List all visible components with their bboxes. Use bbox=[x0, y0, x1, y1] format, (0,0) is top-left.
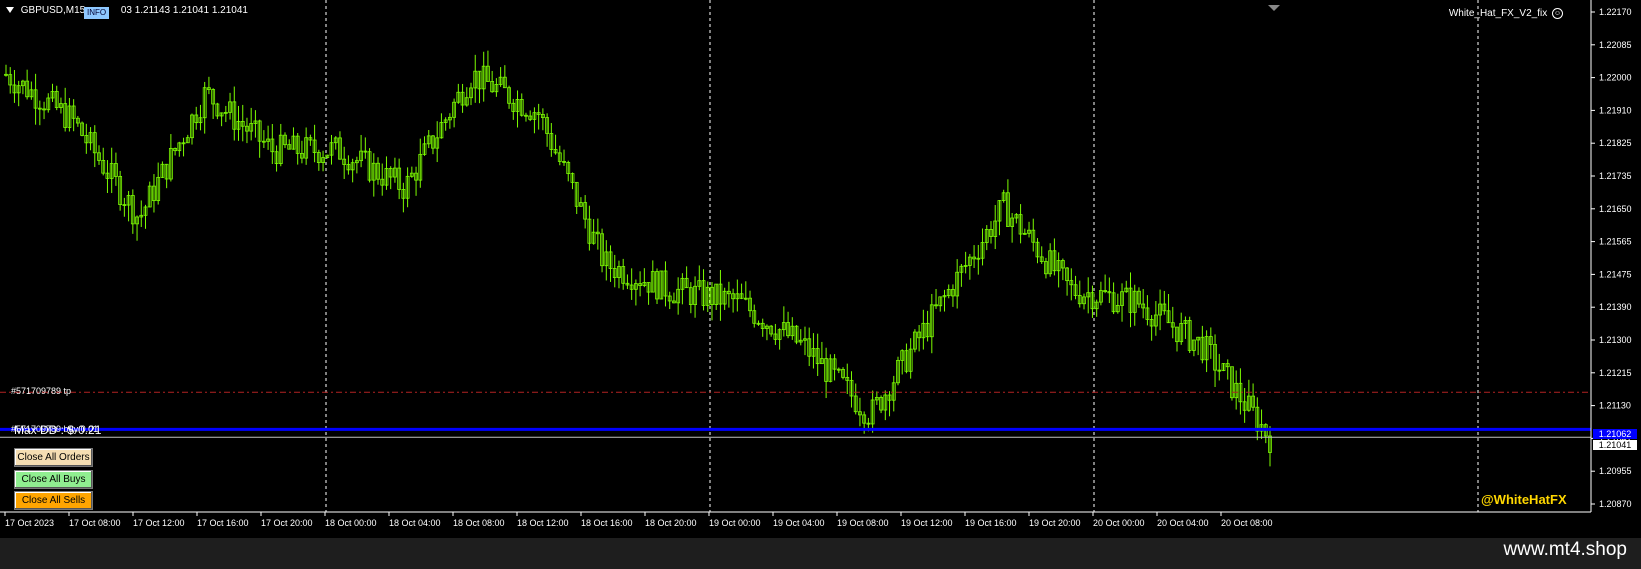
level-lines bbox=[0, 391, 1591, 438]
price-tick-label: 1.21130 bbox=[1599, 401, 1631, 411]
close-all-sells-button[interactable]: Close All Sells bbox=[14, 491, 93, 510]
symbol-timeframe: GBPUSD,M15 bbox=[20, 5, 86, 16]
price-tick-label: 1.21735 bbox=[1599, 171, 1632, 181]
price-tick-label: 1.21390 bbox=[1599, 302, 1632, 312]
ask-price-box: 1.21062 bbox=[1593, 429, 1637, 439]
price-tick-label: 1.21910 bbox=[1599, 105, 1632, 115]
time-tick-label: 20 Oct 08:00 bbox=[1221, 518, 1273, 528]
time-tick-label: 17 Oct 12:00 bbox=[133, 518, 185, 528]
max-drawdown-label: Max DD : $-0.21 bbox=[14, 423, 102, 437]
price-tick-label: 1.21475 bbox=[1599, 269, 1632, 279]
ea-name-text: White_Hat_FX_V2_fix bbox=[1448, 8, 1548, 20]
day-separators bbox=[325, 0, 1479, 512]
ohlc-values: 03 1.21143 1.21041 1.21041 bbox=[120, 5, 248, 16]
time-tick-label: 19 Oct 16:00 bbox=[965, 518, 1017, 528]
price-tick-label: 1.21650 bbox=[1599, 204, 1632, 214]
price-tick-label: 1.21300 bbox=[1599, 335, 1632, 345]
brand-label: @WhiteHatFX bbox=[1481, 492, 1567, 507]
price-tick-label: 1.21825 bbox=[1599, 138, 1632, 148]
price-chart[interactable]: 1.22170 1.22085 1.22000 1.21910 1.21825 1.217… bbox=[0, 0, 1641, 538]
bid-price-box: 1.21041 bbox=[1593, 440, 1637, 450]
price-tick-label: 1.20870 bbox=[1599, 499, 1632, 509]
chart-window[interactable]: 1.22170 1.22085 1.22000 1.21910 1.21825 1.217… bbox=[0, 0, 1641, 538]
time-tick-label: 18 Oct 16:00 bbox=[581, 518, 633, 528]
time-tick-label: 17 Oct 2023 bbox=[5, 518, 54, 528]
price-tick-label: 1.22170 bbox=[1599, 7, 1632, 17]
time-tick-label: 18 Oct 20:00 bbox=[645, 518, 697, 528]
time-tick-label: 17 Oct 16:00 bbox=[197, 518, 249, 528]
close-all-buys-button[interactable]: Close All Buys bbox=[14, 470, 93, 489]
symbol-header: GBPUSD,M15 03 1.21143 1.21041 1.21041 bbox=[6, 5, 248, 16]
time-tick-label: 17 Oct 20:00 bbox=[261, 518, 313, 528]
time-tick-label: 17 Oct 08:00 bbox=[69, 518, 121, 528]
price-tick-label: 1.22000 bbox=[1599, 73, 1632, 83]
time-axis-marks: 17 Oct 2023 17 Oct 08:00 17 Oct 12:00 17 Oc… bbox=[4, 512, 1273, 528]
info-badge[interactable]: INFO bbox=[84, 7, 110, 19]
expert-advisor-label[interactable]: White_Hat_FX_V2_fix ☺ bbox=[1449, 8, 1563, 19]
time-tick-label: 20 Oct 04:00 bbox=[1157, 518, 1209, 528]
price-tick-label: 1.21215 bbox=[1599, 368, 1632, 378]
time-tick-label: 18 Oct 12:00 bbox=[517, 518, 569, 528]
time-tick-label: 18 Oct 04:00 bbox=[389, 518, 441, 528]
time-tick-label: 18 Oct 08:00 bbox=[453, 518, 505, 528]
price-tick-label: 1.22085 bbox=[1599, 40, 1632, 50]
time-tick-label: 19 Oct 12:00 bbox=[901, 518, 953, 528]
tp-line-label: #571709789 tp bbox=[11, 386, 72, 396]
smiley-icon: ☺ bbox=[1552, 8, 1563, 19]
time-tick-label: 19 Oct 00:00 bbox=[709, 518, 761, 528]
close-all-orders-button[interactable]: Close All Orders bbox=[14, 448, 93, 467]
price-tick-label: 1.20955 bbox=[1599, 466, 1632, 476]
candles bbox=[4, 50, 1272, 467]
time-tick-label: 20 Oct 00:00 bbox=[1093, 518, 1145, 528]
chevron-down-icon[interactable] bbox=[6, 7, 14, 14]
shift-marker-icon bbox=[1268, 5, 1280, 11]
watermark: www.mt4.shop bbox=[1503, 539, 1627, 560]
time-tick-label: 18 Oct 00:00 bbox=[325, 518, 377, 528]
time-tick-label: 19 Oct 04:00 bbox=[773, 518, 825, 528]
price-tick-label: 1.21565 bbox=[1599, 237, 1632, 247]
time-tick-label: 19 Oct 20:00 bbox=[1029, 518, 1081, 528]
time-tick-label: 19 Oct 08:00 bbox=[837, 518, 889, 528]
